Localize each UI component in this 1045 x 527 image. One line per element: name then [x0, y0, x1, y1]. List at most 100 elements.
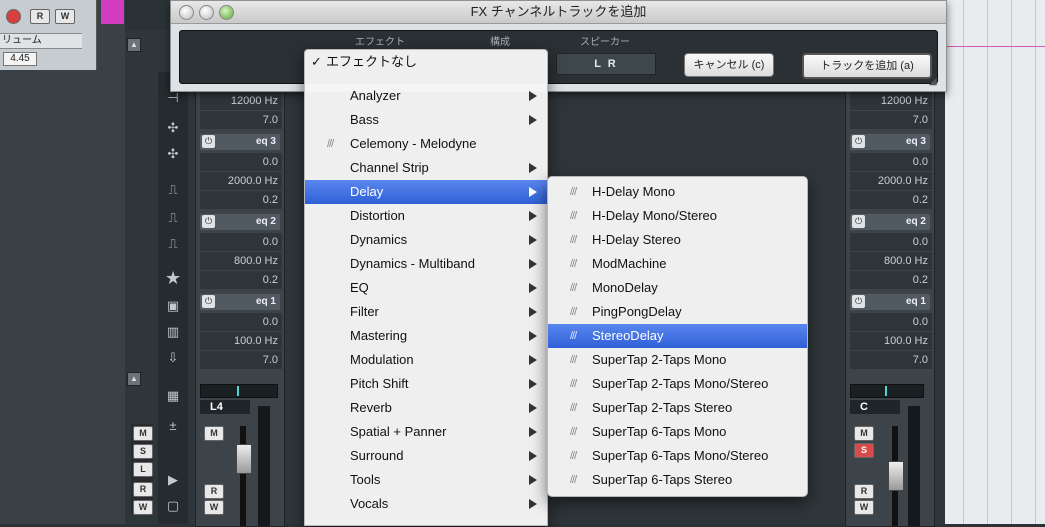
- record-button[interactable]: [6, 9, 21, 24]
- power-icon[interactable]: ⏻: [202, 135, 215, 148]
- submenu-item[interactable]: /// H-Delay Mono/Stereo: [548, 204, 807, 228]
- freq-readout[interactable]: 12000 Hz: [850, 92, 932, 110]
- insert-icon[interactable]: ⎍: [165, 182, 181, 198]
- freq-readout[interactable]: 12000 Hz: [200, 92, 282, 110]
- pan-control[interactable]: [200, 384, 278, 398]
- submenu-item[interactable]: /// ModMachine: [548, 252, 807, 276]
- freq-readout[interactable]: 100.0 Hz: [850, 332, 932, 350]
- q-readout[interactable]: 7.0: [850, 351, 932, 369]
- mute-button[interactable]: M: [204, 426, 224, 441]
- submenu-item[interactable]: /// SuperTap 6-Taps Mono/Stereo: [548, 444, 807, 468]
- resize-grip-icon[interactable]: ◢: [929, 76, 941, 88]
- freq-readout[interactable]: 800.0 Hz: [850, 252, 932, 270]
- menu-item[interactable]: Reverb: [305, 396, 547, 420]
- gain-readout[interactable]: 0.0: [200, 313, 282, 331]
- submenu-item[interactable]: /// SuperTap 2-Taps Stereo: [548, 396, 807, 420]
- speaker-select[interactable]: L R: [556, 53, 656, 75]
- power-icon[interactable]: ⏻: [852, 215, 865, 228]
- q-readout[interactable]: 0.2: [200, 191, 282, 209]
- listen-mode-icon[interactable]: L: [133, 462, 153, 477]
- menu-item[interactable]: Spatial + Panner: [305, 420, 547, 444]
- read-button[interactable]: R: [854, 484, 874, 499]
- lock-icon[interactable]: ▢: [165, 498, 181, 514]
- collapse-icon[interactable]: ▲: [127, 372, 141, 386]
- q-readout[interactable]: 7.0: [200, 351, 282, 369]
- menu-item[interactable]: Dynamics: [305, 228, 547, 252]
- submenu-item[interactable]: /// SuperTap 2-Taps Mono: [548, 348, 807, 372]
- q-readout[interactable]: 0.2: [850, 191, 932, 209]
- eq1-band[interactable]: ⏻ eq 1: [200, 294, 280, 310]
- mute-mode-icon[interactable]: M: [133, 426, 153, 441]
- insert-icon[interactable]: ⎍: [165, 236, 181, 252]
- add-track-button[interactable]: トラックを追加 (a): [802, 53, 932, 79]
- insert-icon[interactable]: ⎍: [165, 210, 181, 226]
- menu-item[interactable]: Tools: [305, 468, 547, 492]
- freq-readout[interactable]: 800.0 Hz: [200, 252, 282, 270]
- solo-mode-icon[interactable]: S: [133, 444, 153, 459]
- eq2-band[interactable]: ⏻ eq 2: [850, 214, 930, 230]
- menu-item[interactable]: Analyzer: [305, 84, 547, 108]
- window-icon[interactable]: ▣: [165, 298, 181, 314]
- meter-icon[interactable]: ▥: [165, 324, 181, 340]
- cancel-button[interactable]: キャンセル (c): [684, 53, 774, 77]
- gain-readout[interactable]: 0.0: [200, 153, 282, 171]
- volume-fader[interactable]: [236, 444, 252, 474]
- star-icon[interactable]: ★: [165, 269, 181, 287]
- menu-item[interactable]: Distortion: [305, 204, 547, 228]
- cross-icon[interactable]: ✣: [165, 146, 181, 162]
- submenu-item[interactable]: /// SuperTap 6-Taps Mono: [548, 420, 807, 444]
- read-mode-icon[interactable]: R: [133, 482, 153, 497]
- write-button[interactable]: W: [55, 9, 75, 24]
- plus-minus-icon[interactable]: ±: [165, 418, 181, 434]
- routing-icon[interactable]: ⊣: [165, 90, 181, 106]
- q-readout[interactable]: 0.2: [850, 271, 932, 289]
- q-readout[interactable]: 7.0: [850, 111, 932, 129]
- pan-control[interactable]: [850, 384, 924, 398]
- eq1-band[interactable]: ⏻ eq 1: [850, 294, 930, 310]
- write-button[interactable]: W: [204, 500, 224, 515]
- submenu-item[interactable]: /// StereoDelay: [548, 324, 807, 348]
- eq3-band[interactable]: ⏻ eq 3: [200, 134, 280, 150]
- collapse-icon[interactable]: ▲: [127, 38, 141, 52]
- menu-item[interactable]: Dynamics - Multiband: [305, 252, 547, 276]
- gain-readout[interactable]: 0.0: [200, 233, 282, 251]
- submenu-item[interactable]: /// SuperTap 2-Taps Mono/Stereo: [548, 372, 807, 396]
- menu-item[interactable]: Filter: [305, 300, 547, 324]
- down-arrow-icon[interactable]: ⇩: [165, 350, 181, 366]
- cross-icon[interactable]: ✣: [165, 120, 181, 136]
- power-icon[interactable]: ⏻: [852, 135, 865, 148]
- write-mode-icon[interactable]: W: [133, 500, 153, 515]
- submenu-item[interactable]: /// SuperTap 6-Taps Stereo: [548, 468, 807, 492]
- read-button[interactable]: R: [204, 484, 224, 499]
- freq-readout[interactable]: 100.0 Hz: [200, 332, 282, 350]
- menu-item[interactable]: Mastering: [305, 324, 547, 348]
- menu-item[interactable]: /// Celemony - Melodyne: [305, 132, 547, 156]
- freq-readout[interactable]: 2000.0 Hz: [200, 172, 282, 190]
- volume-value-field[interactable]: 4.45: [3, 52, 37, 66]
- eq2-band[interactable]: ⏻ eq 2: [200, 214, 280, 230]
- menu-item[interactable]: Delay: [305, 180, 547, 204]
- gain-readout[interactable]: 0.0: [850, 233, 932, 251]
- play-icon[interactable]: ▶: [165, 472, 181, 488]
- submenu-item[interactable]: /// H-Delay Stereo: [548, 228, 807, 252]
- q-readout[interactable]: 0.2: [200, 271, 282, 289]
- freq-readout[interactable]: 2000.0 Hz: [850, 172, 932, 190]
- menu-item[interactable]: Bass: [305, 108, 547, 132]
- menu-item[interactable]: Channel Strip: [305, 156, 547, 180]
- menu-item[interactable]: EQ: [305, 276, 547, 300]
- menu-item[interactable]: Vocals: [305, 492, 547, 516]
- power-icon[interactable]: ⏻: [202, 215, 215, 228]
- solo-button[interactable]: S: [854, 443, 874, 458]
- submenu-item[interactable]: /// H-Delay Mono: [548, 180, 807, 204]
- eq3-band[interactable]: ⏻ eq 3: [850, 134, 930, 150]
- volume-fader[interactable]: [888, 461, 904, 491]
- gain-readout[interactable]: 0.0: [850, 153, 932, 171]
- submenu-item[interactable]: /// MonoDelay: [548, 276, 807, 300]
- menu-item[interactable]: Pitch Shift: [305, 372, 547, 396]
- submenu-item[interactable]: /// PingPongDelay: [548, 300, 807, 324]
- menu-item[interactable]: Surround: [305, 444, 547, 468]
- power-icon[interactable]: ⏻: [852, 295, 865, 308]
- read-button[interactable]: R: [30, 9, 50, 24]
- menu-item[interactable]: Modulation: [305, 348, 547, 372]
- q-readout[interactable]: 7.0: [200, 111, 282, 129]
